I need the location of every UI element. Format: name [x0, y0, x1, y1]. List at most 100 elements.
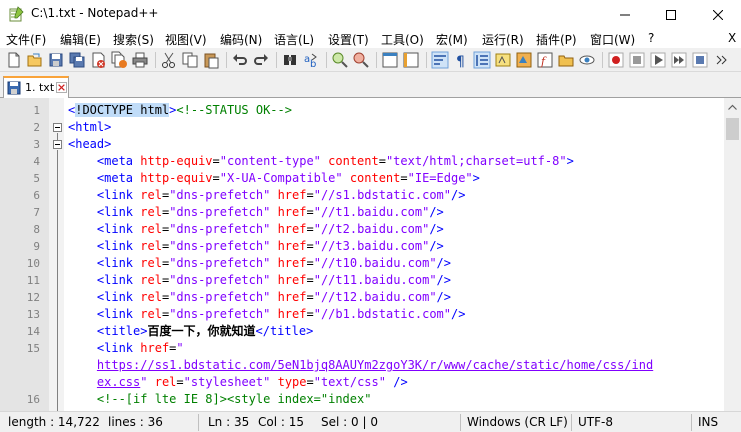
zoom-in-icon[interactable]	[331, 51, 349, 69]
code-line[interactable]: <!--[if lte IE 8]><style index="index"	[68, 391, 372, 408]
editor-area[interactable]: 1 2 3 4 5 6 7 8 9 10 11 12 13 14 15 16 <!DOCTYPE html><…	[0, 98, 741, 411]
close-window-button[interactable]	[695, 0, 741, 29]
code-line[interactable]: <link rel="dns-prefetch" href="//b1.bdst…	[68, 306, 466, 323]
save-macro-icon[interactable]	[691, 51, 709, 69]
sync-horizontal-icon[interactable]	[402, 51, 420, 69]
indent-guide-icon[interactable]	[473, 51, 491, 69]
code-line[interactable]: <link rel="dns-prefetch" href="//t3.baid…	[68, 238, 444, 255]
code-line[interactable]: https://ss1.bdstatic.com/5eN1bjq8AAUYm2z…	[68, 357, 653, 374]
code-line[interactable]: <link rel="dns-prefetch" href="//s1.bdst…	[68, 187, 466, 204]
code-token-tag: />	[451, 307, 466, 321]
redo-icon[interactable]	[252, 51, 270, 69]
new-file-icon[interactable]	[5, 51, 23, 69]
code-line[interactable]: <meta http-equiv="X-UA-Compatible" conte…	[68, 170, 480, 187]
code-token-text: =	[306, 222, 314, 236]
menu-file[interactable]: 文件(F)	[6, 31, 46, 48]
tab-1-txt[interactable]: 1. txt	[3, 76, 69, 98]
code-line[interactable]: <title>百度一下，你就知道</title>	[68, 323, 313, 340]
code-token-val: "//t3.baidu.com"	[313, 239, 430, 253]
folder-workspace-icon[interactable]	[557, 51, 575, 69]
notepadpp-logo-icon	[9, 6, 24, 22]
scroll-up-button[interactable]	[724, 98, 741, 115]
close-icon[interactable]	[89, 51, 107, 69]
run-macro-multiple-icon[interactable]	[670, 51, 688, 69]
monitoring-icon[interactable]	[578, 51, 596, 69]
toolbar-overflow-icon[interactable]	[712, 51, 730, 69]
vertical-scrollbar[interactable]	[724, 98, 741, 411]
menu-edit[interactable]: 编辑(E)	[60, 31, 101, 48]
menu-run[interactable]: 运行(R)	[482, 31, 524, 48]
fold-toggle[interactable]	[53, 123, 62, 132]
menu-view[interactable]: 视图(V)	[165, 31, 207, 48]
menu-search[interactable]: 搜索(S)	[113, 31, 154, 48]
cut-icon[interactable]	[160, 51, 178, 69]
code-token-attr: href	[277, 273, 307, 287]
menu-language[interactable]: 语言(L)	[274, 31, 314, 48]
menu-encoding[interactable]: 编码(N)	[220, 31, 262, 48]
code-line[interactable]: <html>	[68, 119, 111, 136]
code-token-cmt: <!--STATUS OK-->	[176, 103, 292, 117]
maximize-button[interactable]	[648, 0, 694, 29]
code-line[interactable]: <link rel="dns-prefetch" href="//t1.baid…	[68, 204, 444, 221]
menu-macro[interactable]: 宏(M)	[436, 31, 468, 48]
code-line[interactable]: <link rel="dns-prefetch" href="//t12.bai…	[68, 289, 451, 306]
code-token-text: =	[306, 290, 314, 304]
minimize-button[interactable]	[602, 0, 648, 29]
code-line[interactable]: <link rel="dns-prefetch" href="//t10.bai…	[68, 255, 451, 272]
save-icon[interactable]	[47, 51, 65, 69]
code-line[interactable]: <!DOCTYPE html><!--STATUS OK-->	[68, 102, 292, 119]
line-number: 10	[26, 257, 40, 270]
code-line[interactable]: <link href="	[68, 340, 184, 357]
open-file-icon[interactable]	[26, 51, 44, 69]
code-line[interactable]: ex.css" rel="stylesheet" type="text/css"…	[68, 374, 408, 391]
menu-settings[interactable]: 设置(T)	[328, 31, 369, 48]
menu-help[interactable]: ?	[648, 31, 654, 45]
function-list-icon[interactable]: f	[536, 51, 554, 69]
record-macro-icon[interactable]	[607, 51, 625, 69]
code-line[interactable]: <link rel="dns-prefetch" href="//t2.baid…	[68, 221, 444, 238]
undo-icon[interactable]	[231, 51, 249, 69]
code-token-attr: href	[277, 307, 307, 321]
replace-icon[interactable]: ab	[302, 51, 320, 69]
code-token-val: "X-UA-Compatible"	[219, 171, 343, 185]
play-macro-icon[interactable]	[649, 51, 667, 69]
sync-vertical-icon[interactable]	[381, 51, 399, 69]
code-token-val: "dns-prefetch"	[169, 239, 271, 253]
menu-tools[interactable]: 工具(O)	[381, 31, 424, 48]
line-number: 7	[33, 206, 40, 219]
word-wrap-icon[interactable]	[431, 51, 449, 69]
tab-close-icon[interactable]	[56, 82, 67, 93]
doc-map-icon[interactable]	[515, 51, 533, 69]
zoom-out-icon[interactable]	[352, 51, 370, 69]
paste-icon[interactable]	[202, 51, 220, 69]
save-all-icon[interactable]	[68, 51, 86, 69]
stop-macro-icon[interactable]	[628, 51, 646, 69]
code-line[interactable]: <link rel="dns-prefetch" href="//t11.bai…	[68, 272, 451, 289]
define-language-icon[interactable]	[494, 51, 512, 69]
fold-toggle[interactable]	[53, 140, 62, 149]
status-separator	[460, 414, 461, 431]
code-token-attr: content	[349, 171, 401, 185]
code-token-attr: rel	[140, 273, 162, 287]
copy-icon[interactable]	[181, 51, 199, 69]
find-icon[interactable]	[281, 51, 299, 69]
line-number: 16	[26, 393, 40, 406]
code-line[interactable]: <meta http-equiv="content-type" content=…	[68, 153, 574, 170]
close-all-icon[interactable]	[110, 51, 128, 69]
menu-window[interactable]: 窗口(W)	[590, 31, 635, 48]
code-token-tag: />	[451, 188, 466, 202]
scrollbar-thumb[interactable]	[726, 118, 739, 140]
code-token-tag: <meta	[96, 171, 141, 185]
code-line[interactable]: <head>	[68, 136, 111, 153]
status-col: Col : 15	[258, 415, 304, 429]
status-ln: Ln : 35	[208, 415, 250, 429]
show-all-chars-icon[interactable]: ¶	[452, 51, 470, 69]
menu-plugins[interactable]: 插件(P)	[536, 31, 577, 48]
line-number: 2	[33, 121, 40, 134]
close-document-button[interactable]: X	[728, 31, 736, 45]
print-icon[interactable]	[131, 51, 149, 69]
